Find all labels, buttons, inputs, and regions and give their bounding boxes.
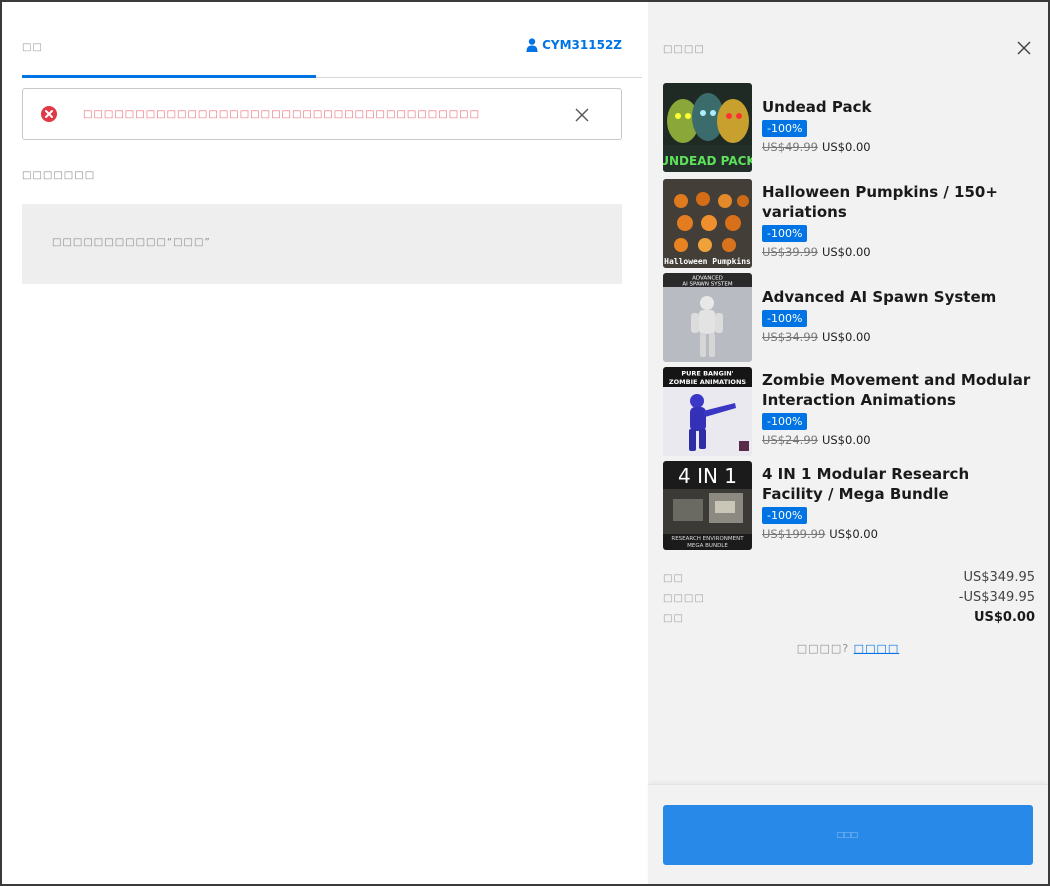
item-name[interactable]: Undead Pack xyxy=(762,97,1032,117)
help-link[interactable]: □□□□ xyxy=(854,642,900,655)
thumbnail-text: AI SPAWN SYSTEM xyxy=(682,282,733,288)
item-info: 4 IN 1 Modular Research Facility / Mega … xyxy=(762,464,1032,541)
halloween-pumpkins-thumbnail: Halloween Pumpkins xyxy=(663,179,752,268)
discount-badge: -100% xyxy=(762,225,808,242)
original-price: US$49.99 xyxy=(762,140,818,154)
help-line: □□□□? □□□□ xyxy=(648,642,1048,655)
order-totals: □□ US$349.95 □□□□ -US$349.95 □□ US$0.00 xyxy=(663,570,1035,630)
item-info: Zombie Movement and Modular Interaction … xyxy=(762,370,1032,447)
item-name[interactable]: 4 IN 1 Modular Research Facility / Mega … xyxy=(762,464,1032,504)
error-alert: □□□□□□□□□□□□□□□□□□□□□□□□□□□□□□□□□□□□□□ xyxy=(22,88,622,140)
original-price: US$34.99 xyxy=(762,330,818,344)
item-name[interactable]: Zombie Movement and Modular Interaction … xyxy=(762,370,1032,410)
total-row: □□ US$0.00 xyxy=(663,610,1035,630)
original-price: US$199.99 xyxy=(762,527,826,541)
order-summary-title: □□□□ xyxy=(663,44,705,55)
item-prices: US$49.99 US$0.00 xyxy=(762,140,1032,154)
tab-checkout[interactable]: □□ xyxy=(22,32,316,78)
zombie-animations-thumbnail: PURE BANGIN' ZOMBIE ANIMATIONS xyxy=(663,367,752,456)
item-prices: US$24.99 US$0.00 xyxy=(762,433,1032,447)
item-prices: US$199.99 US$0.00 xyxy=(762,527,1032,541)
checkout-main-pane: □□ CYM31152Z □□□□□□□□□□□□□□□□□□□□□□□□□□□… xyxy=(2,2,648,884)
thumbnail-text: MEGA BUNDLE xyxy=(687,543,728,549)
order-summary-pane: □□□□ UNDEAD PACK Undead Pack -100% US$49… xyxy=(648,2,1048,884)
account-name: CYM31152Z xyxy=(542,38,622,52)
checkout-tabbar: □□ CYM31152Z xyxy=(22,32,642,78)
thumbnail-text: RESEARCH ENVIRONMENT xyxy=(671,536,744,542)
discount-badge: -100% xyxy=(762,507,808,524)
research-facility-thumbnail: 4 IN 1 RESEARCH ENVIRONMENT MEGA BUNDLE xyxy=(663,461,752,550)
help-text: □□□□? xyxy=(796,642,850,655)
item-name[interactable]: Halloween Pumpkins / 150+ variations xyxy=(762,182,1032,222)
item-prices: US$39.99 US$0.00 xyxy=(762,245,1032,259)
close-icon[interactable] xyxy=(575,108,589,122)
close-icon[interactable] xyxy=(1016,40,1032,56)
tab-checkout-label: □□ xyxy=(22,42,43,53)
sale-price: US$0.00 xyxy=(821,330,871,344)
original-price: US$24.99 xyxy=(762,433,818,447)
payment-methods-box: □□□□□□□□□□□“□□□” xyxy=(22,204,622,284)
sale-price: US$0.00 xyxy=(821,140,871,154)
total-label: □□ xyxy=(663,613,684,624)
thumbnail-text: UNDEAD PACK xyxy=(663,154,752,168)
thumbnail-text: ZOMBIE ANIMATIONS xyxy=(669,378,746,386)
thumbnail-text: Halloween Pumpkins xyxy=(664,256,751,266)
user-icon xyxy=(526,38,538,52)
subtotal-label: □□ xyxy=(663,573,684,584)
item-prices: US$34.99 US$0.00 xyxy=(762,330,1032,344)
discount-value: -US$349.95 xyxy=(958,590,1035,605)
sale-price: US$0.00 xyxy=(821,433,871,447)
item-name[interactable]: Advanced AI Spawn System xyxy=(762,287,1032,307)
error-message: □□□□□□□□□□□□□□□□□□□□□□□□□□□□□□□□□□□□□□ xyxy=(83,109,481,120)
payment-methods-message: □□□□□□□□□□□“□□□” xyxy=(52,237,211,248)
sale-price: US$0.00 xyxy=(829,527,878,541)
original-price: US$39.99 xyxy=(762,245,818,259)
thumbnail-text: 4 IN 1 xyxy=(678,464,737,488)
discount-label: □□□□ xyxy=(663,593,705,604)
sale-price: US$0.00 xyxy=(821,245,871,259)
payment-methods-heading: □□□□□□□ xyxy=(22,170,96,181)
item-info: Undead Pack -100% US$49.99 US$0.00 xyxy=(762,97,1032,154)
error-icon xyxy=(41,106,57,122)
total-value: US$0.00 xyxy=(973,610,1035,625)
discount-badge: -100% xyxy=(762,310,808,327)
subtotal-value: US$349.95 xyxy=(963,570,1035,585)
checkout-window: □□ CYM31152Z □□□□□□□□□□□□□□□□□□□□□□□□□□□… xyxy=(0,0,1050,886)
item-info: Advanced AI Spawn System -100% US$34.99 U… xyxy=(762,287,1032,344)
order-footer: □□□ xyxy=(648,784,1048,884)
item-info: Halloween Pumpkins / 150+ variations -10… xyxy=(762,182,1032,259)
discount-badge: -100% xyxy=(762,120,808,137)
undead-pack-thumbnail: UNDEAD PACK xyxy=(663,83,752,172)
discount-row: □□□□ -US$349.95 xyxy=(663,590,1035,610)
ai-spawn-thumbnail: ADVANCED AI SPAWN SYSTEM xyxy=(663,273,752,362)
account-indicator[interactable]: CYM31152Z xyxy=(526,38,622,52)
thumbnail-text: PURE BANGIN' xyxy=(681,370,733,378)
place-order-button[interactable]: □□□ xyxy=(663,805,1033,865)
discount-badge: -100% xyxy=(762,413,808,430)
subtotal-row: □□ US$349.95 xyxy=(663,570,1035,590)
